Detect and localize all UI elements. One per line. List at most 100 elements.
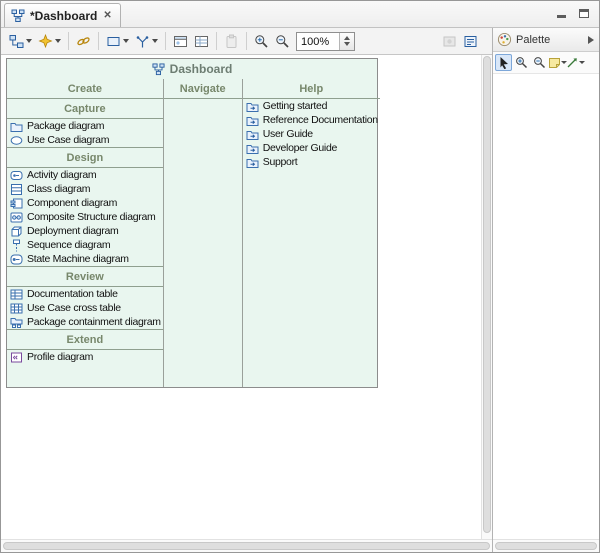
- zoom-in-tool[interactable]: [513, 54, 530, 71]
- help-column-header: Help: [243, 79, 380, 99]
- maximize-button[interactable]: [577, 6, 591, 20]
- select-arrow-icon: [497, 56, 510, 69]
- item-deployment-diagram[interactable]: Deployment diagram: [7, 224, 163, 238]
- new-diagram-button[interactable]: [7, 32, 34, 51]
- dropdown-arrow-icon: [26, 39, 32, 43]
- review-section: Review Documentation table Use Case cros…: [7, 266, 163, 329]
- item-sequence-diagram[interactable]: Sequence diagram: [7, 238, 163, 252]
- item-label: Profile diagram: [27, 351, 93, 363]
- shape-tool-button[interactable]: [104, 32, 131, 51]
- help-folder-icon: [246, 128, 259, 141]
- new-element-button[interactable]: [36, 32, 63, 51]
- package-containment-diagram-icon: [10, 316, 23, 329]
- zoom-level-combo[interactable]: 100%: [296, 32, 355, 51]
- item-label: Developer Guide: [263, 142, 337, 154]
- spinner-down-icon: [344, 42, 350, 46]
- item-documentation-table[interactable]: Documentation table: [7, 287, 163, 301]
- new-diagram-icon: [9, 34, 24, 49]
- zoom-out-button[interactable]: [273, 32, 292, 51]
- zoom-level-value: 100%: [297, 33, 339, 50]
- item-label: Getting started: [263, 100, 327, 112]
- item-use-case-diagram[interactable]: Use Case diagram: [7, 133, 163, 147]
- link-button[interactable]: [74, 32, 93, 51]
- help-folder-icon: [246, 100, 259, 113]
- horizontal-scrollbar-thumb[interactable]: [3, 542, 490, 550]
- palette-header: Palette: [493, 28, 599, 52]
- item-state-machine-diagram[interactable]: State Machine diagram: [7, 252, 163, 266]
- zoom-in-icon: [515, 56, 528, 69]
- item-package-containment-diagram[interactable]: Package containment diagram: [7, 315, 163, 329]
- close-icon[interactable]: ✕: [102, 10, 112, 21]
- item-component-diagram[interactable]: Component diagram: [7, 196, 163, 210]
- dropdown-arrow-icon: [152, 39, 158, 43]
- zoom-spinner[interactable]: [339, 33, 354, 50]
- selection-tool[interactable]: [495, 54, 512, 71]
- activity-diagram-icon: [10, 169, 23, 182]
- item-label: Package diagram: [27, 120, 104, 132]
- vertical-scrollbar-thumb[interactable]: [483, 56, 491, 533]
- link-tool[interactable]: [567, 54, 584, 71]
- help-item-developer-guide[interactable]: Developer Guide: [243, 141, 380, 155]
- table-view-button[interactable]: [192, 32, 211, 51]
- vertical-scrollbar[interactable]: [481, 55, 492, 539]
- palette-toolbar: [493, 52, 599, 74]
- horizontal-scrollbar[interactable]: [1, 539, 492, 552]
- extend-header: Extend: [7, 330, 163, 350]
- item-label: State Machine diagram: [27, 253, 129, 265]
- dashboard-title: Dashboard: [170, 62, 233, 76]
- table-view-icon: [194, 34, 209, 49]
- zoom-in-icon: [254, 34, 269, 49]
- item-use-case-cross-table[interactable]: Use Case cross table: [7, 301, 163, 315]
- dashboard-tab-icon: [11, 9, 25, 23]
- item-class-diagram[interactable]: Class diagram: [7, 182, 163, 196]
- content-area: 100%: [1, 28, 599, 552]
- zoom-out-icon: [275, 34, 290, 49]
- capture-header: Capture: [7, 99, 163, 119]
- item-label: Component diagram: [27, 197, 117, 209]
- canvas-wrap: Dashboard Create Capture Packa: [1, 55, 492, 539]
- help-item-support[interactable]: Support: [243, 155, 380, 169]
- tab-dashboard[interactable]: *Dashboard ✕: [4, 3, 121, 27]
- properties-view-button[interactable]: [461, 32, 480, 51]
- item-label: User Guide: [263, 128, 313, 140]
- palette-scrollbar-thumb[interactable]: [495, 542, 597, 550]
- palette-horizontal-scrollbar[interactable]: [493, 539, 599, 552]
- item-profile-diagram[interactable]: Profile diagram: [7, 350, 163, 364]
- help-folder-icon: [246, 114, 259, 127]
- zoom-in-button[interactable]: [252, 32, 271, 51]
- note-tool[interactable]: [549, 54, 566, 71]
- item-package-diagram[interactable]: Package diagram: [7, 119, 163, 133]
- dropdown-arrow-icon: [123, 39, 129, 43]
- toolbar-separator: [68, 32, 69, 50]
- paste-icon: [224, 34, 239, 49]
- palette-collapse-arrow-icon[interactable]: [588, 36, 594, 44]
- zoom-out-tool[interactable]: [531, 54, 548, 71]
- note-icon: [548, 56, 561, 69]
- palette-icon: [497, 32, 512, 47]
- connection-tool-button[interactable]: [133, 32, 160, 51]
- palette-title: Palette: [516, 34, 584, 46]
- sequence-diagram-icon: [10, 239, 23, 252]
- toolbar-separator: [98, 32, 99, 50]
- diagram-view-icon: [173, 34, 188, 49]
- diagram-toolbar: 100%: [1, 28, 492, 55]
- dropdown-arrow-icon: [579, 61, 585, 64]
- palette-body[interactable]: [493, 74, 599, 539]
- item-activity-diagram[interactable]: Activity diagram: [7, 168, 163, 182]
- maximize-icon: [579, 9, 589, 18]
- diagram-canvas[interactable]: Dashboard Create Capture Packa: [1, 55, 481, 539]
- paste-button: [222, 32, 241, 51]
- help-item-getting-started[interactable]: Getting started: [243, 99, 380, 113]
- diagram-view-button[interactable]: [171, 32, 190, 51]
- package-diagram-icon: [10, 120, 23, 133]
- item-composite-structure-diagram[interactable]: Composite Structure diagram: [7, 210, 163, 224]
- toolbar-separator: [165, 32, 166, 50]
- new-element-icon: [38, 34, 53, 49]
- help-folder-icon: [246, 142, 259, 155]
- snapshot-icon: [442, 34, 457, 49]
- help-item-reference-documentation[interactable]: Reference Documentation: [243, 113, 380, 127]
- minimize-button[interactable]: [554, 6, 568, 20]
- help-item-user-guide[interactable]: User Guide: [243, 127, 380, 141]
- link-chain-icon: [76, 34, 91, 49]
- item-label: Reference Documentation: [263, 114, 378, 126]
